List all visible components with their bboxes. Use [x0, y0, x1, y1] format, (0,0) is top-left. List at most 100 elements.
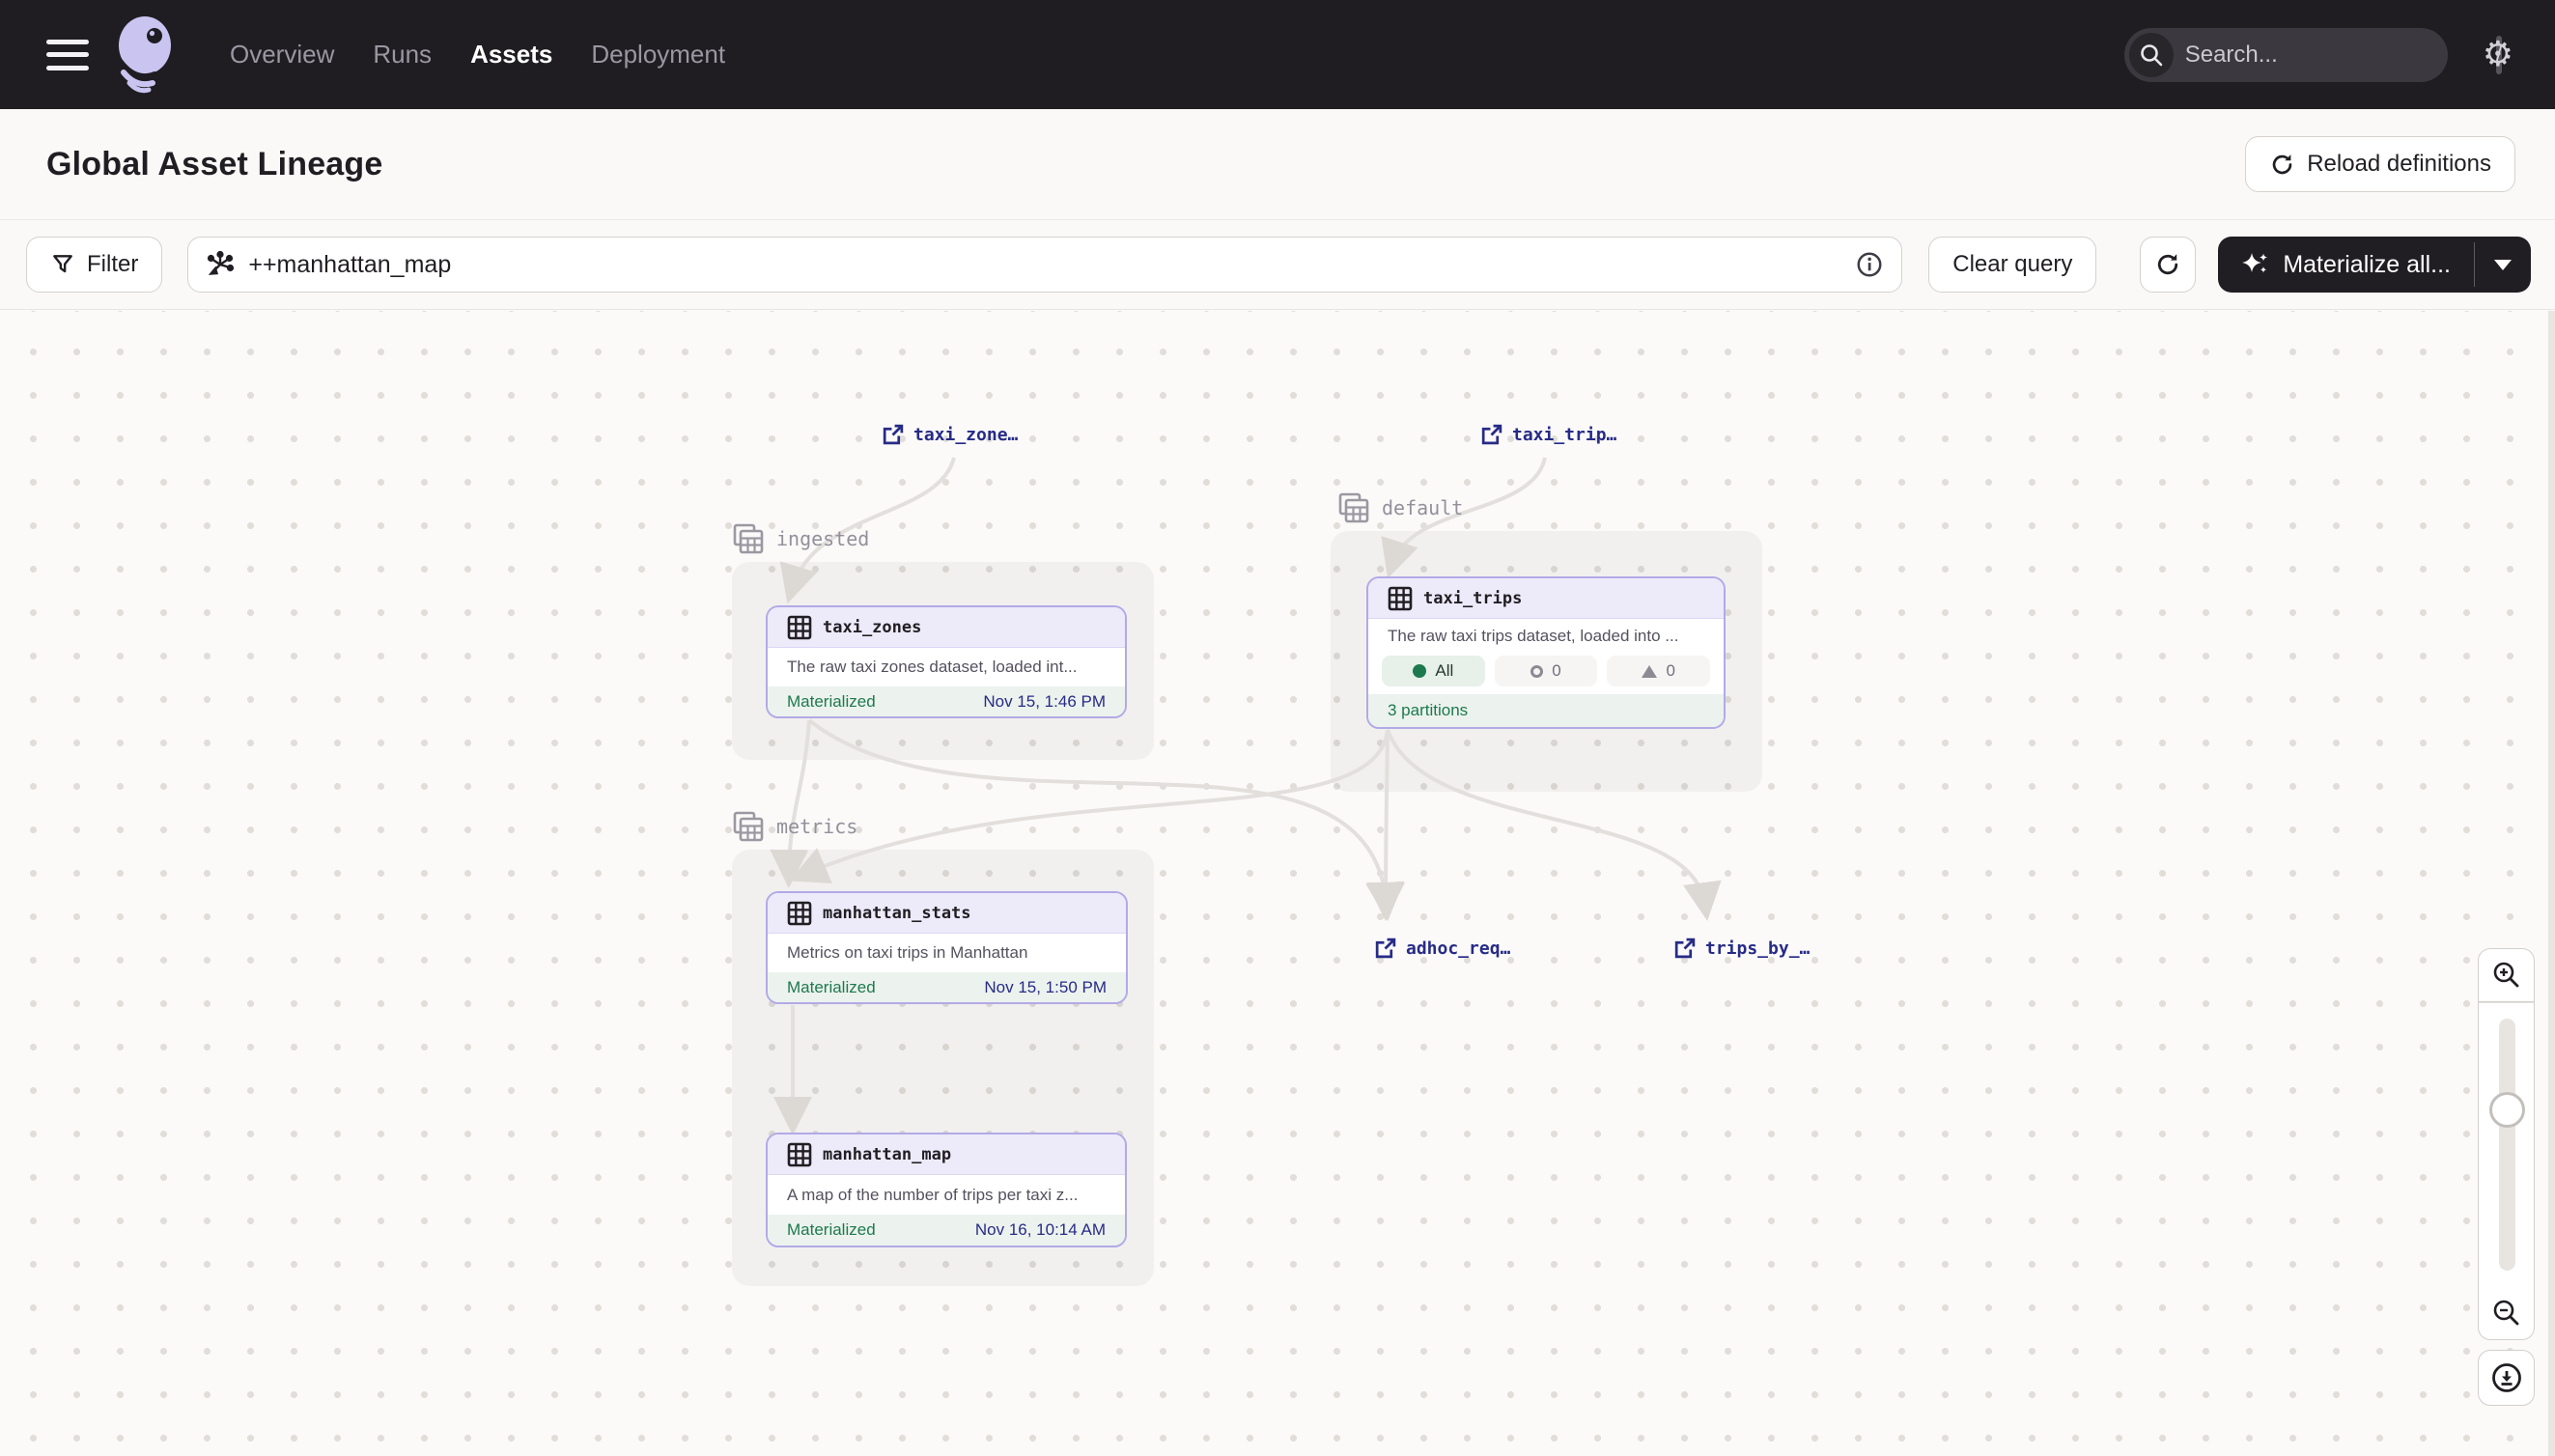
partitions-count[interactable]: 3 partitions: [1388, 701, 1468, 720]
asset-node-header: manhattan_stats: [768, 893, 1126, 934]
asset-group-label-ingested[interactable]: ingested: [732, 522, 869, 555]
global-search[interactable]: /: [2124, 28, 2448, 82]
refresh-button[interactable]: [2140, 237, 2196, 293]
selection-syntax-icon: [206, 250, 235, 279]
external-asset-trips-by[interactable]: trips_by_…: [1672, 937, 1810, 961]
partition-health-row: All 0 0: [1368, 654, 1724, 694]
partition-badge-label: 0: [1666, 661, 1674, 681]
asset-name: taxi_zones: [823, 618, 921, 637]
partition-badge-label: All: [1435, 661, 1453, 681]
filter-button[interactable]: Filter: [26, 237, 162, 293]
external-link-icon: [1672, 937, 1697, 961]
group-name: ingested: [776, 527, 869, 550]
asset-node-header: manhattan_map: [768, 1134, 1125, 1175]
external-asset-taxi-zone[interactable]: taxi_zone…: [881, 423, 1018, 447]
lineage-toolbar: Filter Clear query: [0, 220, 2555, 310]
caret-down-icon: [2494, 260, 2512, 270]
asset-status-footer: Materialized Nov 15, 1:50 PM: [768, 972, 1126, 1002]
external-asset-label: adhoc_req…: [1406, 938, 1510, 959]
asset-node-manhattan-map[interactable]: manhattan_map A map of the number of tri…: [766, 1133, 1127, 1247]
external-asset-label: taxi_trip…: [1512, 425, 1616, 445]
external-link-icon: [1479, 423, 1503, 447]
nav-link-assets[interactable]: Assets: [470, 40, 552, 70]
group-icon: [1337, 491, 1370, 524]
asset-selection-input-wrap: [187, 237, 1902, 293]
table-icon: [787, 1142, 812, 1167]
search-input[interactable]: [2174, 42, 2496, 69]
primary-nav: Overview Runs Assets Deployment: [230, 40, 725, 70]
status-badge: Materialized: [787, 1220, 876, 1240]
asset-status-footer: Materialized Nov 16, 10:14 AM: [768, 1215, 1125, 1246]
asset-description: A map of the number of trips per taxi z.…: [768, 1175, 1125, 1215]
dagster-logo-icon[interactable]: [110, 14, 180, 96]
hamburger-menu-icon[interactable]: [46, 40, 89, 70]
refresh-icon: [2154, 251, 2181, 278]
group-icon: [732, 810, 765, 843]
filled-dot-icon: [1413, 664, 1426, 678]
zoom-slider-thumb[interactable]: [2489, 1092, 2525, 1128]
asset-status-footer: Materialized Nov 15, 1:46 PM: [768, 686, 1125, 716]
materialize-all-button[interactable]: Materialize all...: [2218, 237, 2474, 293]
filter-icon: [50, 252, 75, 277]
zoom-in-icon: [2491, 960, 2522, 991]
reload-icon: [2269, 152, 2295, 178]
asset-status-footer: 3 partitions: [1368, 694, 1724, 727]
asset-node-header: taxi_zones: [768, 607, 1125, 648]
nav-link-deployment[interactable]: Deployment: [591, 40, 725, 70]
partitions-failed-badge[interactable]: 0: [1607, 656, 1710, 686]
asset-group-label-metrics[interactable]: metrics: [732, 810, 857, 843]
download-image-button[interactable]: [2478, 1350, 2535, 1406]
vertical-scrollbar[interactable]: [2548, 311, 2555, 1456]
asset-name: manhattan_map: [823, 1145, 951, 1164]
materialization-timestamp[interactable]: Nov 15, 1:46 PM: [983, 692, 1106, 712]
materialization-timestamp[interactable]: Nov 16, 10:14 AM: [975, 1220, 1106, 1240]
asset-selection-input[interactable]: [235, 251, 1855, 279]
asset-description: The raw taxi trips dataset, loaded into …: [1368, 619, 1724, 654]
zoom-slider[interactable]: [2478, 1002, 2535, 1286]
reload-definitions-label: Reload definitions: [2307, 151, 2491, 178]
table-icon: [787, 901, 812, 926]
status-badge: Materialized: [787, 692, 876, 712]
clear-query-label: Clear query: [1952, 251, 2072, 278]
status-badge: Materialized: [787, 978, 876, 997]
materialize-options-button[interactable]: [2475, 237, 2531, 293]
materialize-all-split-button: Materialize all...: [2218, 237, 2531, 293]
page-header: Global Asset Lineage Reload definitions: [0, 109, 2555, 220]
zoom-out-icon: [2491, 1298, 2522, 1329]
zoom-in-button[interactable]: [2478, 948, 2535, 1002]
asset-node-manhattan-stats[interactable]: manhattan_stats Metrics on taxi trips in…: [766, 891, 1128, 1004]
filter-label: Filter: [87, 251, 138, 278]
external-link-icon: [881, 423, 905, 447]
zoom-slider-track[interactable]: [2499, 1019, 2515, 1271]
materialization-timestamp[interactable]: Nov 15, 1:50 PM: [984, 978, 1107, 997]
circle-outline-icon: [1530, 665, 1543, 678]
zoom-out-button[interactable]: [2478, 1286, 2535, 1340]
sparkle-icon: [2241, 250, 2270, 279]
group-name: default: [1382, 496, 1463, 519]
nav-link-overview[interactable]: Overview: [230, 40, 334, 70]
external-asset-label: trips_by_…: [1705, 938, 1810, 959]
download-icon: [2490, 1361, 2523, 1394]
external-asset-label: taxi_zone…: [913, 425, 1018, 445]
asset-node-taxi-trips[interactable]: taxi_trips The raw taxi trips dataset, l…: [1366, 576, 1726, 729]
nav-link-runs[interactable]: Runs: [373, 40, 432, 70]
asset-node-taxi-zones[interactable]: taxi_zones The raw taxi zones dataset, l…: [766, 605, 1127, 718]
partitions-success-badge[interactable]: All: [1382, 656, 1485, 686]
top-navbar: Overview Runs Assets Deployment / ⚙: [0, 0, 2555, 109]
external-asset-taxi-trip[interactable]: taxi_trip…: [1479, 423, 1616, 447]
info-icon[interactable]: [1855, 250, 1884, 279]
gear-icon[interactable]: ⚙: [2483, 38, 2513, 72]
clear-query-button[interactable]: Clear query: [1928, 237, 2096, 293]
lineage-canvas[interactable]: ingested default metrics taxi_zone… taxi…: [0, 311, 2555, 1456]
asset-group-label-default[interactable]: default: [1337, 491, 1463, 524]
asset-name: manhattan_stats: [823, 904, 971, 923]
reload-definitions-button[interactable]: Reload definitions: [2245, 136, 2515, 192]
table-icon: [1388, 586, 1413, 611]
table-icon: [787, 615, 812, 640]
asset-node-header: taxi_trips: [1368, 578, 1724, 619]
group-icon: [732, 522, 765, 555]
zoom-controls: [2478, 948, 2535, 1406]
partitions-missing-badge[interactable]: 0: [1495, 656, 1598, 686]
external-asset-adhoc-req[interactable]: adhoc_req…: [1373, 937, 1510, 961]
partition-badge-label: 0: [1552, 661, 1560, 681]
